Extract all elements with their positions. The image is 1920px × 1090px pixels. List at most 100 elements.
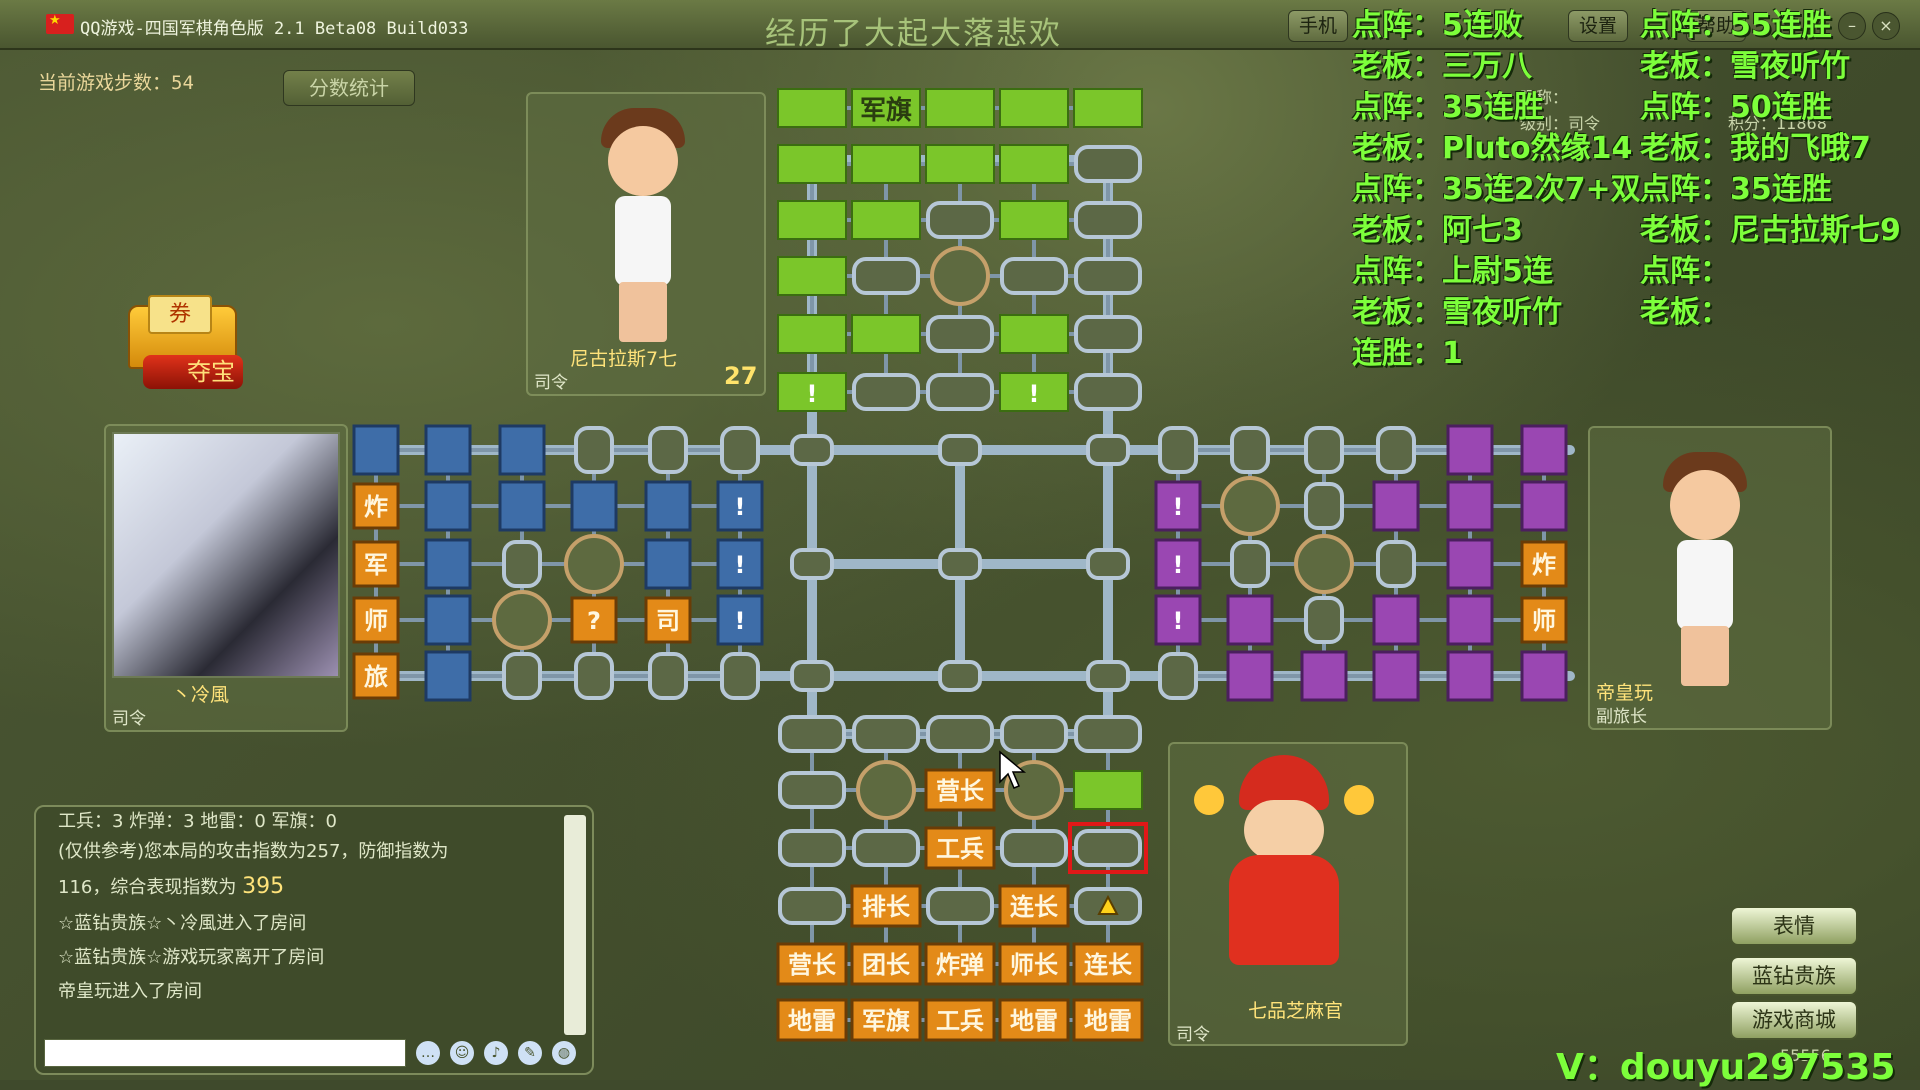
green-piece[interactable] xyxy=(777,200,847,240)
empty-cell[interactable] xyxy=(778,715,846,753)
purple-piece[interactable] xyxy=(1226,594,1274,646)
empty-cell[interactable] xyxy=(1158,652,1198,700)
rail-node[interactable] xyxy=(938,548,982,580)
chat-scrollbar[interactable] xyxy=(564,815,586,1035)
emoji-icon[interactable]: ☺ xyxy=(450,1041,474,1065)
emote-button[interactable]: 表情 xyxy=(1730,906,1858,946)
blue-piece[interactable] xyxy=(424,480,472,532)
blue-piece[interactable] xyxy=(352,424,400,476)
camp-cell[interactable] xyxy=(856,760,916,820)
green-piece[interactable] xyxy=(851,144,921,184)
rail-node[interactable] xyxy=(938,434,982,466)
empty-cell[interactable] xyxy=(648,652,688,700)
camp-cell[interactable] xyxy=(1294,534,1354,594)
green-piece[interactable] xyxy=(1073,770,1143,810)
camp-cell[interactable] xyxy=(1220,476,1280,536)
empty-cell[interactable] xyxy=(720,652,760,700)
empty-cell[interactable] xyxy=(926,373,994,411)
empty-cell[interactable] xyxy=(778,771,846,809)
empty-cell[interactable] xyxy=(852,257,920,295)
camp-cell[interactable] xyxy=(930,246,990,306)
empty-cell[interactable] xyxy=(502,652,542,700)
empty-cell[interactable] xyxy=(1000,257,1068,295)
rail-node[interactable] xyxy=(1086,548,1130,580)
green-piece[interactable] xyxy=(999,144,1069,184)
empty-cell[interactable] xyxy=(574,652,614,700)
purple-piece[interactable] xyxy=(1446,538,1494,590)
empty-cell[interactable] xyxy=(1074,201,1142,239)
blue-piece[interactable] xyxy=(498,480,546,532)
empty-cell[interactable] xyxy=(1074,715,1142,753)
blue-piece[interactable] xyxy=(570,480,618,532)
purple-piece[interactable] xyxy=(1520,424,1568,476)
purple-piece[interactable] xyxy=(1446,480,1494,532)
empty-cell[interactable] xyxy=(1158,426,1198,474)
empty-cell[interactable] xyxy=(778,829,846,867)
empty-cell[interactable] xyxy=(1230,540,1270,588)
chat-input[interactable] xyxy=(44,1039,406,1067)
green-piece[interactable] xyxy=(851,200,921,240)
empty-cell[interactable] xyxy=(852,373,920,411)
empty-cell[interactable] xyxy=(1376,540,1416,588)
blue-piece[interactable] xyxy=(644,538,692,590)
green-piece[interactable] xyxy=(777,88,847,128)
sound-icon[interactable]: ♪ xyxy=(484,1041,508,1065)
rail-node[interactable] xyxy=(938,660,982,692)
empty-cell[interactable] xyxy=(852,715,920,753)
green-piece[interactable] xyxy=(777,314,847,354)
rail-node[interactable] xyxy=(790,434,834,466)
blue-piece[interactable] xyxy=(424,424,472,476)
rail-node[interactable] xyxy=(1086,660,1130,692)
purple-piece[interactable] xyxy=(1300,650,1348,702)
purple-piece[interactable] xyxy=(1446,650,1494,702)
green-piece[interactable] xyxy=(925,88,995,128)
blue-diamond-button[interactable]: 蓝钻贵族 xyxy=(1730,956,1858,996)
empty-cell[interactable] xyxy=(1304,426,1344,474)
empty-cell[interactable] xyxy=(926,201,994,239)
purple-piece[interactable] xyxy=(1446,424,1494,476)
empty-cell[interactable] xyxy=(852,829,920,867)
green-piece[interactable] xyxy=(1073,88,1143,128)
empty-cell[interactable] xyxy=(1074,315,1142,353)
purple-piece[interactable] xyxy=(1520,480,1568,532)
empty-cell[interactable] xyxy=(1074,145,1142,183)
purple-piece[interactable] xyxy=(1372,480,1420,532)
empty-cell[interactable] xyxy=(926,315,994,353)
blue-piece[interactable] xyxy=(424,650,472,702)
green-piece[interactable] xyxy=(925,144,995,184)
purple-piece[interactable] xyxy=(1446,594,1494,646)
empty-cell[interactable] xyxy=(1000,715,1068,753)
empty-cell[interactable] xyxy=(502,540,542,588)
rail-node[interactable] xyxy=(790,660,834,692)
mall-button[interactable]: 游戏商城 xyxy=(1730,1000,1858,1040)
rail-node[interactable] xyxy=(790,548,834,580)
purple-piece[interactable] xyxy=(1226,650,1274,702)
blue-piece[interactable] xyxy=(424,538,472,590)
green-piece[interactable] xyxy=(777,256,847,296)
empty-cell[interactable] xyxy=(720,426,760,474)
empty-cell[interactable] xyxy=(926,887,994,925)
blue-piece[interactable] xyxy=(424,594,472,646)
blue-piece[interactable] xyxy=(644,480,692,532)
blue-piece[interactable] xyxy=(498,424,546,476)
green-piece[interactable] xyxy=(851,314,921,354)
chat-bubble-icon[interactable]: … xyxy=(416,1041,440,1065)
rail-node[interactable] xyxy=(1086,434,1130,466)
green-piece[interactable] xyxy=(777,144,847,184)
camp-cell[interactable] xyxy=(564,534,624,594)
tool-icon[interactable]: ✎ xyxy=(518,1041,542,1065)
empty-cell[interactable] xyxy=(778,887,846,925)
green-piece[interactable] xyxy=(999,314,1069,354)
empty-cell[interactable] xyxy=(574,426,614,474)
purple-piece[interactable] xyxy=(1372,650,1420,702)
empty-cell[interactable] xyxy=(1304,482,1344,530)
purple-piece[interactable] xyxy=(1520,650,1568,702)
empty-cell[interactable] xyxy=(1074,373,1142,411)
globe-icon[interactable]: ◍ xyxy=(552,1041,576,1065)
empty-cell[interactable] xyxy=(1074,829,1142,867)
empty-cell[interactable] xyxy=(648,426,688,474)
empty-cell[interactable] xyxy=(1000,829,1068,867)
camp-cell[interactable] xyxy=(492,590,552,650)
green-piece[interactable] xyxy=(999,88,1069,128)
empty-cell[interactable] xyxy=(926,715,994,753)
